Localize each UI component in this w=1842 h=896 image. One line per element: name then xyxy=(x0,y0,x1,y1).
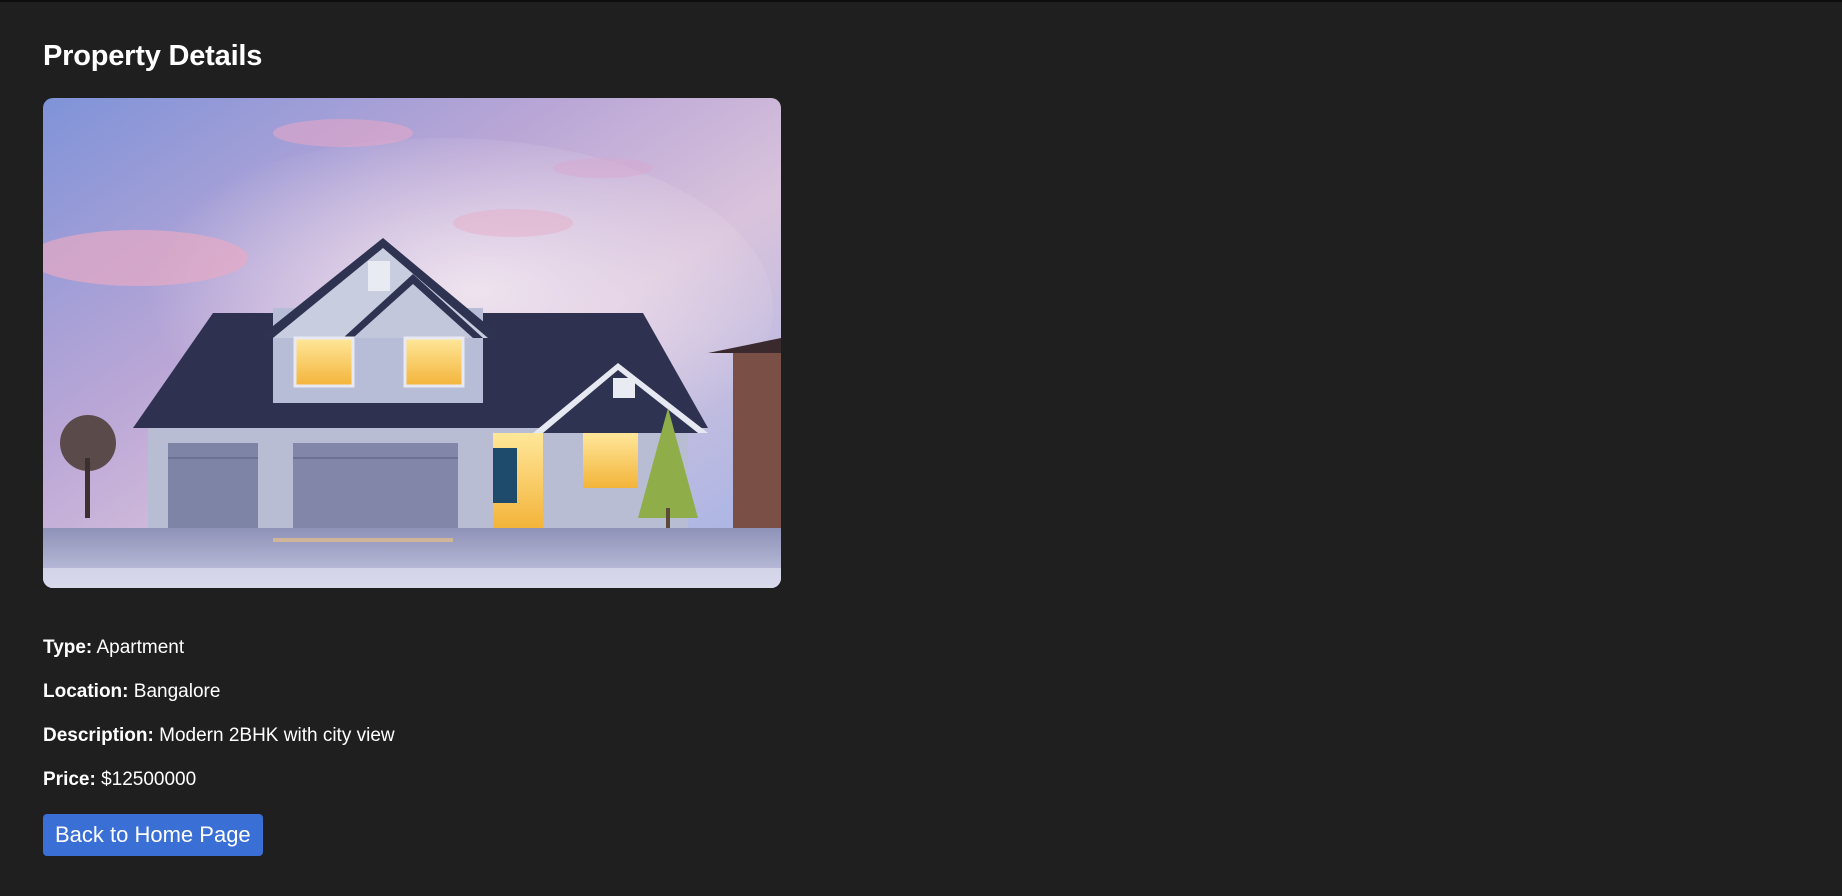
detail-type: Type: Apartment xyxy=(43,637,743,659)
detail-description-label: Description: xyxy=(43,725,154,746)
detail-description: Description: Modern 2BHK with city view xyxy=(43,725,743,747)
detail-price: Price: $12500000 xyxy=(43,769,743,791)
detail-location-value: Bangalore xyxy=(133,681,221,702)
detail-type-value: Apartment xyxy=(96,637,185,658)
detail-price-value: $12500000 xyxy=(101,769,197,790)
detail-type-label: Type: xyxy=(43,637,93,658)
page-title: Property Details xyxy=(43,40,263,72)
house-illustration xyxy=(43,98,781,588)
property-details-list: Type: Apartment Location: Bangalore Desc… xyxy=(43,637,743,813)
back-to-home-button[interactable]: Back to Home Page xyxy=(43,814,263,856)
property-photo xyxy=(43,98,781,588)
detail-location-label: Location: xyxy=(43,681,129,702)
detail-location: Location: Bangalore xyxy=(43,681,743,703)
property-details-page: Property Details Type: Apartment Locatio… xyxy=(43,38,781,856)
detail-price-label: Price: xyxy=(43,769,96,790)
detail-description-value: Modern 2BHK with city view xyxy=(159,725,395,746)
